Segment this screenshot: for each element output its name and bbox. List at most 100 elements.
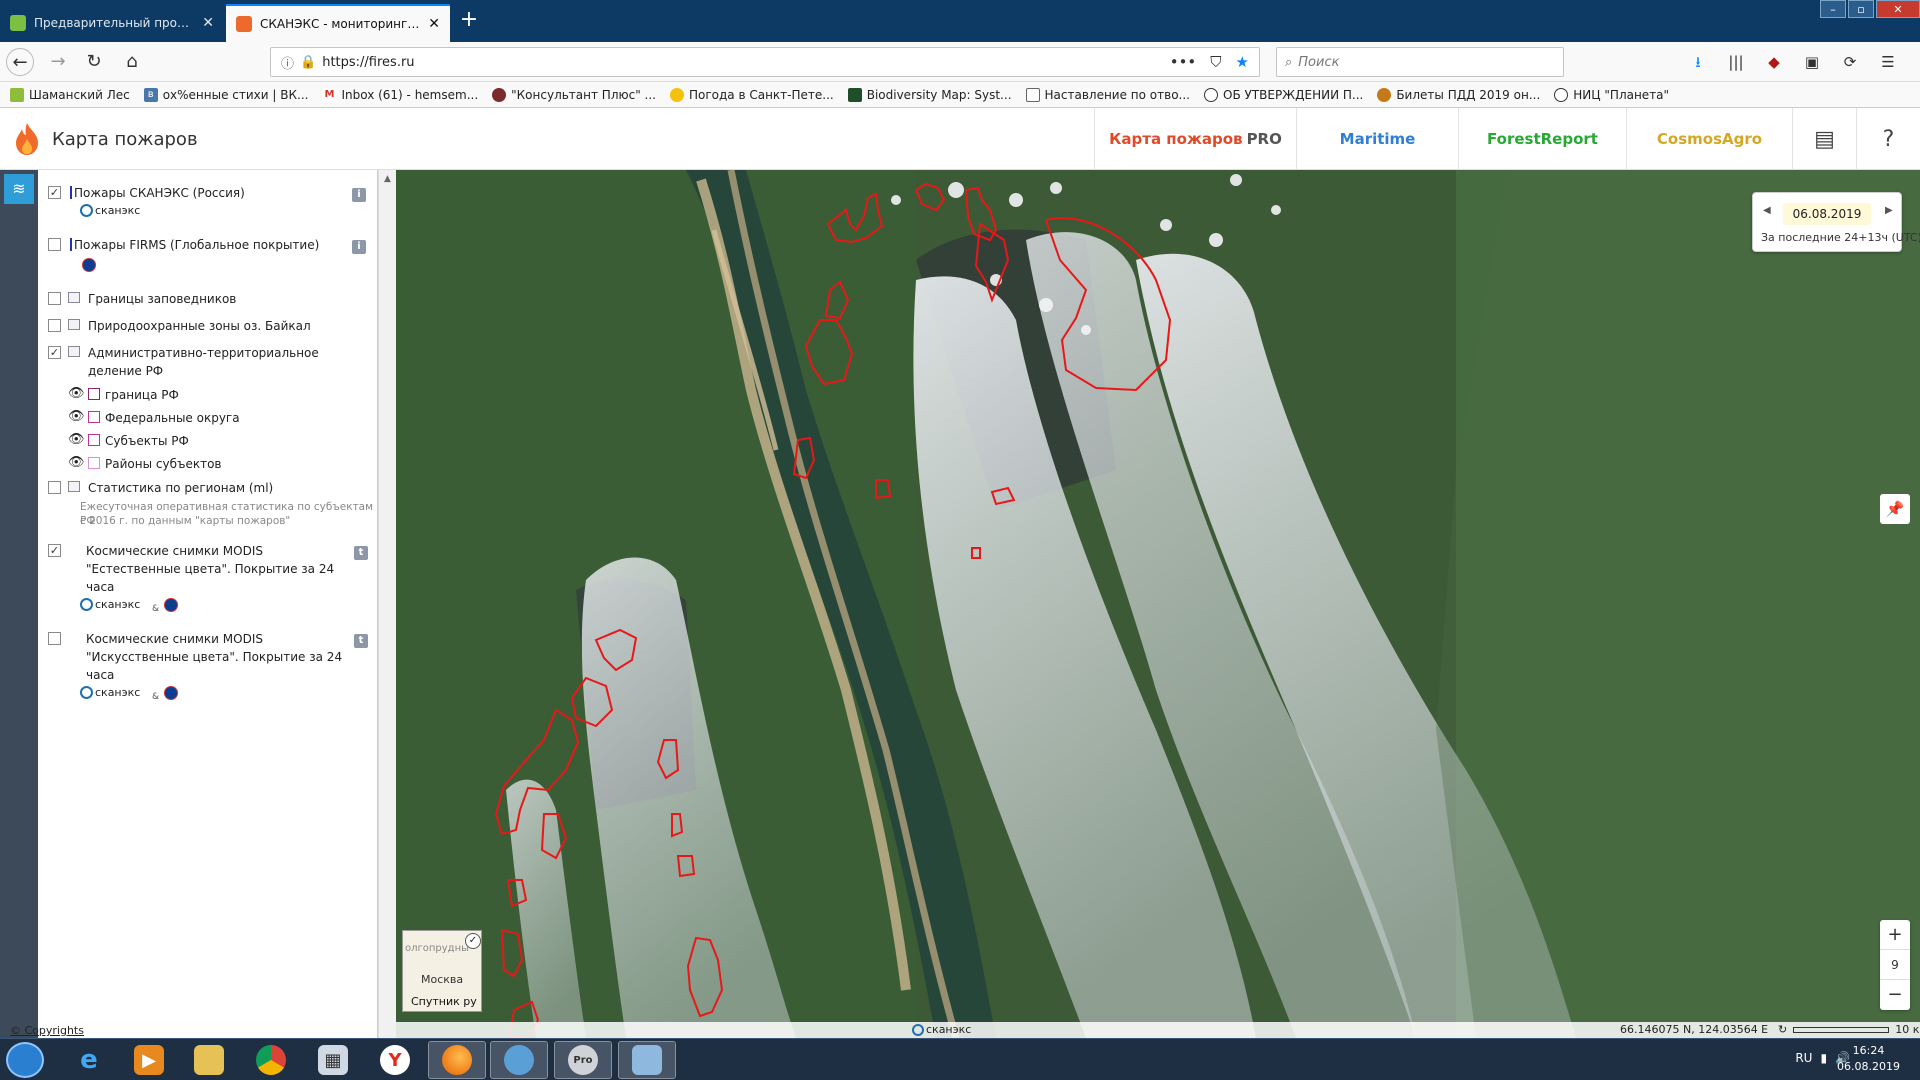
next-date-icon[interactable]: ▶ bbox=[1885, 205, 1893, 216]
sidebar-icon[interactable]: ▣ bbox=[1798, 48, 1826, 76]
layer-info-icon[interactable]: i bbox=[352, 188, 366, 202]
nav-forestreport[interactable]: ForestReport bbox=[1458, 108, 1626, 170]
layer-label-modis-natural-1[interactable]: Космические снимки MODIS bbox=[86, 544, 263, 558]
eye-icon[interactable]: 👁 bbox=[68, 409, 85, 424]
window-close-button[interactable]: ✕ bbox=[1876, 0, 1920, 18]
basemap-switcher[interactable]: олгопрудны Москва Спутник ру ✓ bbox=[402, 930, 482, 1012]
back-button[interactable]: ← bbox=[6, 48, 34, 76]
media-player-app[interactable]: ▶ bbox=[120, 1041, 178, 1079]
layer-label-modis-natural-3[interactable]: часа bbox=[86, 580, 114, 594]
eye-icon[interactable]: 👁 bbox=[68, 455, 85, 470]
menu-icon[interactable]: ☰ bbox=[1874, 48, 1902, 76]
info-icon[interactable]: ⓘ bbox=[281, 53, 294, 72]
language-indicator[interactable]: RU bbox=[1795, 1051, 1812, 1065]
bookmark-item[interactable]: M Inbox (61) - hemsem... bbox=[322, 87, 478, 102]
layers-icon[interactable]: ≋ bbox=[4, 174, 34, 204]
layer-label-modis-natural-2[interactable]: "Естественные цвета". Покрытие за 24 bbox=[86, 562, 334, 576]
library-icon[interactable]: ||| bbox=[1722, 48, 1750, 76]
pocket-icon[interactable]: ⛉ bbox=[1210, 53, 1221, 71]
zoom-in-button[interactable]: + bbox=[1880, 920, 1910, 950]
search-input[interactable]: ⌕ Поиск bbox=[1276, 47, 1564, 77]
window-app[interactable] bbox=[618, 1041, 676, 1079]
minimize-button[interactable]: – bbox=[1820, 0, 1846, 18]
bookmark-item[interactable]: Билеты ПДД 2019 он... bbox=[1377, 87, 1540, 102]
layer-checkbox-stats[interactable] bbox=[48, 481, 61, 494]
sublayer-districts[interactable]: Районы субъектов bbox=[105, 457, 221, 471]
layer-label-modis-artificial-1[interactable]: Космические снимки MODIS bbox=[86, 632, 263, 646]
page-actions-icon[interactable]: ••• bbox=[1170, 53, 1197, 71]
layer-checkbox-scanex-fires[interactable] bbox=[48, 186, 61, 199]
layer-label-reserves[interactable]: Границы заповедников bbox=[88, 292, 236, 306]
new-tab-button[interactable]: + bbox=[456, 8, 482, 34]
tab-scanex[interactable]: СКАНЭКС - мониторинг пожаров ✕ bbox=[226, 4, 450, 42]
layer-text-icon[interactable]: t bbox=[354, 546, 368, 560]
layer-checkbox-baikal[interactable] bbox=[48, 319, 61, 332]
prev-date-icon[interactable]: ◀ bbox=[1763, 205, 1771, 216]
bookmark-item[interactable]: Шаманский Лес bbox=[10, 87, 130, 102]
firefox-app[interactable] bbox=[428, 1041, 486, 1079]
chrome-app[interactable] bbox=[242, 1041, 300, 1079]
close-icon[interactable]: ✕ bbox=[202, 15, 214, 31]
url-text[interactable]: https://fires.ru bbox=[322, 55, 414, 70]
sublayer-border[interactable]: граница РФ bbox=[105, 388, 179, 402]
bookmark-item[interactable]: "Консультант Плюс" ... bbox=[492, 87, 656, 102]
eye-icon[interactable]: 👁 bbox=[68, 386, 85, 401]
refresh-icon[interactable]: ↻ bbox=[1778, 1023, 1787, 1036]
network-icon[interactable]: ▮ bbox=[1820, 1051, 1827, 1065]
sublayer-federal[interactable]: Федеральные округа bbox=[105, 411, 240, 425]
home-button[interactable]: ⌂ bbox=[118, 48, 146, 76]
zoom-out-button[interactable]: − bbox=[1880, 980, 1910, 1010]
bookmark-item[interactable]: НИЦ "Планета" bbox=[1554, 87, 1669, 102]
lock-icon[interactable]: 🔒 bbox=[300, 55, 316, 70]
layer-checkbox-reserves[interactable] bbox=[48, 292, 61, 305]
nav-cosmosagro[interactable]: CosmosAgro bbox=[1626, 108, 1792, 170]
document-icon[interactable]: ▤ bbox=[1792, 108, 1856, 170]
bookmark-item[interactable]: Наставление по отво... bbox=[1025, 87, 1190, 102]
ie-app[interactable]: e bbox=[60, 1041, 118, 1079]
pro-app[interactable]: Pro bbox=[554, 1041, 612, 1079]
url-bar[interactable]: ⓘ 🔒 https://fires.ru ••• ⛉ ★ bbox=[270, 47, 1260, 77]
pin-icon[interactable]: 📌 bbox=[1880, 494, 1910, 524]
system-clock[interactable]: 16:24 06.08.2019 bbox=[1837, 1043, 1900, 1075]
layer-label-modis-artificial-2[interactable]: "Искусственные цвета". Покрытие за 24 bbox=[86, 650, 342, 664]
layer-info-icon[interactable]: i bbox=[352, 240, 366, 254]
sublayer-subjects[interactable]: Субъекты РФ bbox=[105, 434, 189, 448]
layer-checkbox-admin[interactable] bbox=[48, 346, 61, 359]
ublock-icon[interactable]: ◆ bbox=[1760, 48, 1788, 76]
panel-scrollbar[interactable]: ▲ bbox=[378, 170, 396, 1038]
date-picker[interactable]: ◀ 06.08.2019 ▶ За последние 24+13ч (UTC) bbox=[1752, 192, 1920, 252]
help-icon[interactable]: ? bbox=[1856, 108, 1920, 170]
download-icon[interactable]: ⭳ bbox=[1684, 48, 1712, 76]
layer-label-stats[interactable]: Статистика по регионам (ml) bbox=[88, 481, 273, 495]
layer-checkbox-modis-natural[interactable] bbox=[48, 544, 61, 557]
layer-checkbox-firms[interactable] bbox=[48, 238, 61, 251]
bookmark-star-icon[interactable]: ★ bbox=[1236, 53, 1249, 71]
app-logo[interactable]: Карта пожаров bbox=[12, 122, 198, 156]
layer-label-admin[interactable]: Административно-территориальное bbox=[88, 346, 319, 360]
layer-checkbox-modis-artificial[interactable] bbox=[48, 632, 61, 645]
bookmark-item[interactable]: в ох%енные стихи | ВК... bbox=[143, 87, 308, 102]
globe-app[interactable] bbox=[490, 1041, 548, 1079]
tab-preview[interactable]: Предварительный просмотр ✕ bbox=[0, 4, 224, 42]
bookmark-item[interactable]: Biodiversity Map: Syst... bbox=[847, 87, 1012, 102]
nav-fires-pro[interactable]: Карта пожаров PRO bbox=[1094, 108, 1296, 170]
bookmark-item[interactable]: Погода в Санкт-Пете... bbox=[669, 87, 834, 102]
calculator-app[interactable]: ▦ bbox=[304, 1041, 362, 1079]
nav-maritime[interactable]: Maritime bbox=[1296, 108, 1458, 170]
scroll-up-icon[interactable]: ▲ bbox=[379, 174, 396, 184]
layer-label-firms[interactable]: Пожары FIRMS (Глобальное покрытие) bbox=[74, 238, 319, 252]
copyrights-link[interactable]: © Copyrights bbox=[10, 1024, 84, 1037]
close-icon[interactable]: ✕ bbox=[428, 16, 440, 32]
layer-label-scanex-fires[interactable]: Пожары СКАНЭКС (Россия) bbox=[74, 186, 245, 200]
forward-button[interactable]: → bbox=[44, 48, 72, 76]
eye-icon[interactable]: 👁 bbox=[68, 432, 85, 447]
satellite-map[interactable]: олгопрудны Москва Спутник ру ✓ bbox=[396, 170, 1920, 1038]
layer-text-icon[interactable]: t bbox=[354, 634, 368, 648]
date-value[interactable]: 06.08.2019 bbox=[1783, 203, 1871, 225]
layer-label-admin-2[interactable]: деление РФ bbox=[88, 364, 163, 378]
explorer-app[interactable] bbox=[180, 1041, 238, 1079]
reload-button[interactable]: ↻ bbox=[80, 48, 108, 76]
layer-label-baikal[interactable]: Природоохранные зоны оз. Байкал bbox=[88, 319, 311, 333]
yandex-app[interactable]: Y bbox=[366, 1041, 424, 1079]
sync-icon[interactable]: ⟳ bbox=[1836, 48, 1864, 76]
